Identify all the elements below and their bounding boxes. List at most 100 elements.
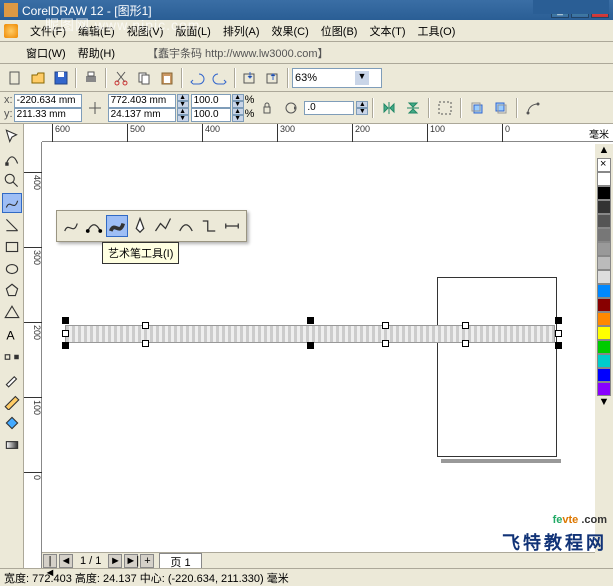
color-swatch[interactable] bbox=[597, 312, 611, 326]
scalex-field[interactable] bbox=[191, 94, 231, 108]
color-swatch[interactable] bbox=[597, 172, 611, 186]
open-button[interactable] bbox=[27, 67, 49, 89]
menu-tools[interactable]: 工具(O) bbox=[412, 21, 462, 41]
page-first-button[interactable]: |◄ bbox=[43, 554, 57, 568]
selection-handle[interactable] bbox=[62, 317, 69, 324]
rectangle-tool[interactable] bbox=[2, 237, 22, 257]
color-swatch[interactable] bbox=[597, 186, 611, 200]
import-button[interactable] bbox=[239, 67, 261, 89]
selection-handle[interactable] bbox=[382, 322, 389, 329]
spin-down[interactable]: ▼ bbox=[177, 101, 189, 108]
smartdraw-tool[interactable] bbox=[2, 215, 22, 235]
fill-tool[interactable] bbox=[2, 413, 22, 433]
artistic-media-tool[interactable] bbox=[106, 215, 128, 237]
selection-handle[interactable] bbox=[62, 342, 69, 349]
spin-up[interactable]: ▲ bbox=[177, 94, 189, 101]
page-add-button[interactable]: + bbox=[140, 554, 154, 568]
color-swatch[interactable] bbox=[597, 326, 611, 340]
freehand-tool-fly[interactable] bbox=[60, 215, 82, 237]
polyline-tool[interactable] bbox=[152, 215, 174, 237]
zoom-input[interactable] bbox=[295, 72, 355, 84]
color-swatch[interactable] bbox=[597, 284, 611, 298]
page-last-button[interactable]: ►| bbox=[124, 554, 138, 568]
color-swatch[interactable] bbox=[597, 340, 611, 354]
dimension-tool[interactable] bbox=[221, 215, 243, 237]
color-swatch[interactable] bbox=[597, 354, 611, 368]
no-color-swatch[interactable]: × bbox=[597, 158, 611, 172]
mirror-h-button[interactable] bbox=[378, 97, 400, 119]
lock-ratio-button[interactable] bbox=[256, 97, 278, 119]
eyedropper-tool[interactable] bbox=[2, 369, 22, 389]
polygon-tool[interactable] bbox=[2, 281, 22, 301]
mirror-v-button[interactable] bbox=[402, 97, 424, 119]
selection-handle[interactable] bbox=[382, 340, 389, 347]
toback-button[interactable] bbox=[490, 97, 512, 119]
selection-handle[interactable] bbox=[555, 342, 562, 349]
rotation-field[interactable] bbox=[304, 101, 354, 115]
menu-help[interactable]: 帮助(H) bbox=[72, 43, 121, 63]
dropdown-arrow-icon[interactable]: ▼ bbox=[355, 71, 369, 85]
3point-curve-tool[interactable] bbox=[175, 215, 197, 237]
palette-down[interactable]: ▼ bbox=[599, 396, 610, 408]
page-prev-button[interactable]: ◄ bbox=[59, 554, 73, 568]
interactive-fill-tool[interactable] bbox=[2, 435, 22, 455]
new-button[interactable] bbox=[4, 67, 26, 89]
color-swatch[interactable] bbox=[597, 228, 611, 242]
wrap-button[interactable] bbox=[434, 97, 456, 119]
outline-tool[interactable] bbox=[2, 391, 22, 411]
selection-handle[interactable] bbox=[307, 317, 314, 324]
paste-button[interactable] bbox=[156, 67, 178, 89]
connector-tool[interactable] bbox=[198, 215, 220, 237]
menu-arrange[interactable]: 排列(A) bbox=[217, 21, 266, 41]
undo-button[interactable] bbox=[186, 67, 208, 89]
selection-handle[interactable] bbox=[462, 340, 469, 347]
shape-tool[interactable] bbox=[2, 149, 22, 169]
height-field[interactable] bbox=[108, 108, 176, 122]
selected-object[interactable] bbox=[65, 325, 555, 343]
selection-handle[interactable] bbox=[307, 342, 314, 349]
spin-up[interactable]: ▲ bbox=[177, 108, 189, 115]
cut-button[interactable] bbox=[110, 67, 132, 89]
selection-handle[interactable] bbox=[62, 330, 69, 337]
color-swatch[interactable] bbox=[597, 382, 611, 396]
print-button[interactable] bbox=[80, 67, 102, 89]
bezier-tool[interactable] bbox=[83, 215, 105, 237]
freehand-tool[interactable] bbox=[2, 193, 22, 213]
scaley-field[interactable] bbox=[191, 108, 231, 122]
palette-up[interactable]: ▲ bbox=[599, 144, 610, 158]
color-swatch[interactable] bbox=[597, 368, 611, 382]
color-swatch[interactable] bbox=[597, 270, 611, 284]
color-swatch[interactable] bbox=[597, 298, 611, 312]
copy-button[interactable] bbox=[133, 67, 155, 89]
page-next-button[interactable]: ► bbox=[108, 554, 122, 568]
color-swatch[interactable] bbox=[597, 242, 611, 256]
canvas[interactable]: 艺术笔工具(I) bbox=[42, 142, 613, 552]
width-field[interactable] bbox=[108, 94, 176, 108]
spin-down[interactable]: ▼ bbox=[177, 115, 189, 122]
menu-text[interactable]: 文本(T) bbox=[363, 21, 411, 41]
selection-handle[interactable] bbox=[555, 317, 562, 324]
y-field[interactable] bbox=[14, 108, 82, 122]
color-swatch[interactable] bbox=[597, 214, 611, 228]
zoom-combo[interactable]: ▼ bbox=[292, 68, 382, 88]
menu-effects[interactable]: 效果(C) bbox=[266, 21, 315, 41]
selection-handle[interactable] bbox=[462, 322, 469, 329]
ellipse-tool[interactable] bbox=[2, 259, 22, 279]
shapes-tool[interactable] bbox=[2, 303, 22, 323]
selection-handle[interactable] bbox=[555, 330, 562, 337]
redo-button[interactable] bbox=[209, 67, 231, 89]
tofront-button[interactable] bbox=[466, 97, 488, 119]
pick-tool[interactable] bbox=[2, 127, 22, 147]
menu-window[interactable]: 窗口(W) bbox=[20, 43, 72, 63]
pen-tool[interactable] bbox=[129, 215, 151, 237]
zoom-tool[interactable] bbox=[2, 171, 22, 191]
text-tool[interactable]: A bbox=[2, 325, 22, 345]
blend-tool[interactable] bbox=[2, 347, 22, 367]
menu-bitmap[interactable]: 位图(B) bbox=[315, 21, 364, 41]
convert-button[interactable] bbox=[522, 97, 544, 119]
color-swatch[interactable] bbox=[597, 200, 611, 214]
export-button[interactable] bbox=[262, 67, 284, 89]
selection-handle[interactable] bbox=[142, 322, 149, 329]
x-field[interactable] bbox=[14, 94, 82, 108]
color-swatch[interactable] bbox=[597, 256, 611, 270]
